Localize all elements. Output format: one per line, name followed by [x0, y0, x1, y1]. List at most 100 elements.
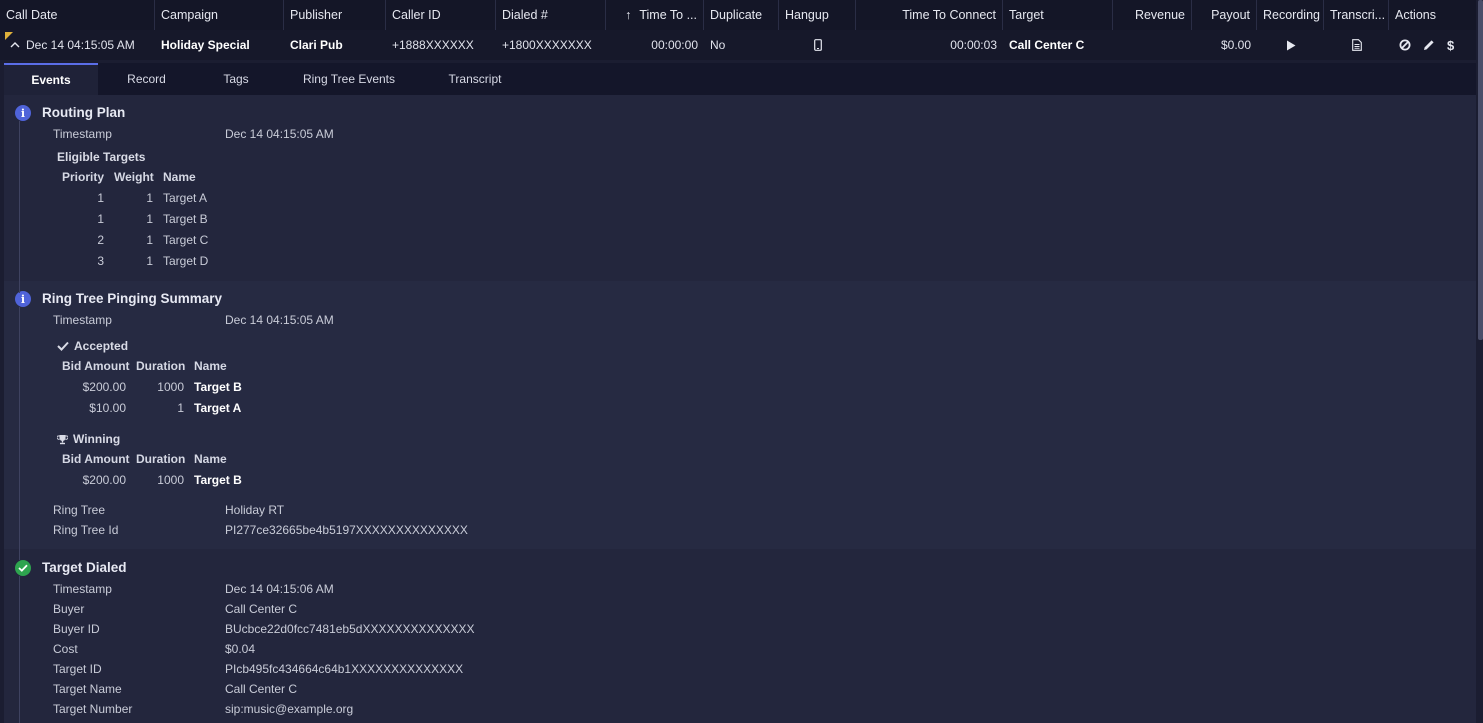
event-title: Target Dialed — [42, 560, 127, 575]
col-time-to[interactable]: ↑ Time To ... — [606, 0, 704, 30]
field-label: Buyer ID — [53, 622, 100, 636]
col-duplicate[interactable]: Duplicate — [704, 0, 779, 30]
col-publisher[interactable]: Publisher — [284, 0, 386, 30]
weight-cell: 1 — [146, 212, 153, 226]
event-routing-plan — [4, 95, 1476, 281]
col-transcript[interactable]: Transcri... — [1324, 0, 1389, 30]
chevron-up-icon[interactable] — [10, 40, 20, 50]
bid-amount-header: Bid Amount — [62, 452, 130, 466]
event-target-dialed — [4, 549, 1476, 723]
info-icon: i — [15, 105, 31, 121]
field-label: Cost — [53, 642, 78, 656]
tab-tags[interactable]: Tags — [195, 63, 277, 95]
checkmark-icon — [57, 341, 69, 351]
col-call-date[interactable]: Call Date — [0, 0, 155, 30]
cell-time-to: 00:00:00 — [651, 38, 698, 52]
field-value: sip:music@example.org — [225, 702, 354, 716]
timestamp-label: Timestamp — [53, 127, 112, 141]
col-campaign[interactable]: Campaign — [155, 0, 284, 30]
name-header: Name — [194, 359, 227, 373]
priority-cell: 3 — [97, 254, 104, 268]
trophy-icon — [57, 434, 68, 445]
table-row[interactable]: Dec 14 04:15:05 AM Holiday Special Clari… — [0, 30, 1476, 60]
cell-target: Call Center C — [1009, 38, 1085, 52]
phone-icon — [813, 39, 822, 51]
name-cell: Target A — [194, 401, 242, 415]
weight-header: Weight — [114, 170, 154, 184]
timestamp-value: Dec 14 04:15:05 AM — [225, 313, 334, 327]
duration-header: Duration — [136, 452, 186, 466]
col-hangup[interactable]: Hangup — [779, 0, 856, 30]
col-time-to-connect[interactable]: Time To Connect — [856, 0, 1003, 30]
event-title: Ring Tree Pinging Summary — [42, 291, 223, 306]
weight-cell: 1 — [146, 254, 153, 268]
timeline-line — [19, 121, 20, 293]
col-recording[interactable]: Recording — [1257, 0, 1324, 30]
cell-duplicate: No — [710, 38, 726, 52]
col-dialed[interactable]: Dialed # — [496, 0, 606, 30]
field-value: Dec 14 04:15:06 AM — [225, 582, 334, 596]
name-cell: Target D — [163, 254, 209, 268]
ring-tree-id-value: PI277ce32665be4b5197XXXXXXXXXXXXXX — [225, 523, 468, 537]
timestamp-value: Dec 14 04:15:05 AM — [225, 127, 334, 141]
tab-events[interactable]: Events — [4, 63, 98, 95]
ring-tree-value: Holiday RT — [225, 503, 285, 517]
scrollbar[interactable] — [1477, 0, 1483, 723]
cell-call-date: Dec 14 04:15:05 AM — [0, 30, 155, 60]
field-label: Timestamp — [53, 582, 112, 596]
field-value: Call Center C — [225, 682, 298, 696]
scrollbar-thumb[interactable] — [1478, 0, 1483, 340]
bid-amount-header: Bid Amount — [62, 359, 130, 373]
duration-cell: 1 — [177, 401, 184, 415]
duration-cell: 1000 — [157, 473, 184, 487]
duration-header: Duration — [136, 359, 186, 373]
name-cell: Target A — [163, 191, 208, 205]
winning-title: Winning — [57, 432, 120, 446]
cell-actions: $ — [1389, 30, 1458, 60]
field-value: PIcb495fc434664c64b1XXXXXXXXXXXXXX — [225, 662, 464, 676]
field-value: Call Center C — [225, 602, 298, 616]
sort-arrow-icon: ↑ — [625, 8, 632, 22]
priority-cell: 1 — [97, 212, 104, 226]
name-header: Name — [163, 170, 196, 184]
play-icon[interactable] — [1286, 40, 1296, 51]
document-icon[interactable] — [1351, 39, 1362, 51]
weight-cell: 1 — [146, 191, 153, 205]
eligible-targets-title: Eligible Targets — [57, 150, 146, 164]
tab-ring-tree-events[interactable]: Ring Tree Events — [277, 63, 421, 95]
cell-publisher: Clari Pub — [290, 38, 343, 52]
dollar-icon[interactable]: $ — [1447, 38, 1454, 53]
block-icon[interactable] — [1399, 39, 1411, 51]
accepted-title: Accepted — [57, 339, 128, 353]
row-flag-marker — [5, 32, 13, 40]
tab-transcript[interactable]: Transcript — [421, 63, 529, 95]
cell-recording — [1257, 30, 1324, 60]
cell-campaign: Holiday Special — [161, 38, 250, 52]
cell-revenue — [1113, 30, 1192, 60]
name-cell: Target C — [163, 233, 209, 247]
name-cell: Target B — [163, 212, 208, 226]
ring-tree-label: Ring Tree — [53, 503, 106, 517]
cell-payout: $0.00 — [1220, 38, 1251, 52]
field-value: BUcbce22d0fcc7481eb5dXXXXXXXXXXXXXX — [225, 622, 475, 636]
cell-time-to-connect: 00:00:03 — [950, 38, 997, 52]
cell-transcript — [1324, 30, 1389, 60]
cell-caller-id: +1888XXXXXX — [392, 38, 474, 52]
field-label: Buyer — [53, 602, 85, 616]
name-cell: Target B — [194, 473, 242, 487]
tab-record[interactable]: Record — [98, 63, 195, 95]
cell-hangup — [779, 30, 856, 60]
col-caller-id[interactable]: Caller ID — [386, 0, 496, 30]
priority-header: Priority — [62, 170, 105, 184]
col-actions[interactable]: Actions — [1389, 0, 1458, 30]
col-revenue[interactable]: Revenue — [1113, 0, 1192, 30]
priority-cell: 1 — [97, 191, 104, 205]
col-payout[interactable]: Payout — [1192, 0, 1257, 30]
duration-cell: 1000 — [157, 380, 184, 394]
name-cell: Target B — [194, 380, 242, 394]
edit-icon[interactable] — [1423, 39, 1435, 51]
table-header: Call Date Campaign Publisher Caller ID D… — [0, 0, 1476, 31]
timeline-line — [19, 576, 20, 723]
col-target[interactable]: Target — [1003, 0, 1113, 30]
ring-tree-id-label: Ring Tree Id — [53, 523, 119, 537]
